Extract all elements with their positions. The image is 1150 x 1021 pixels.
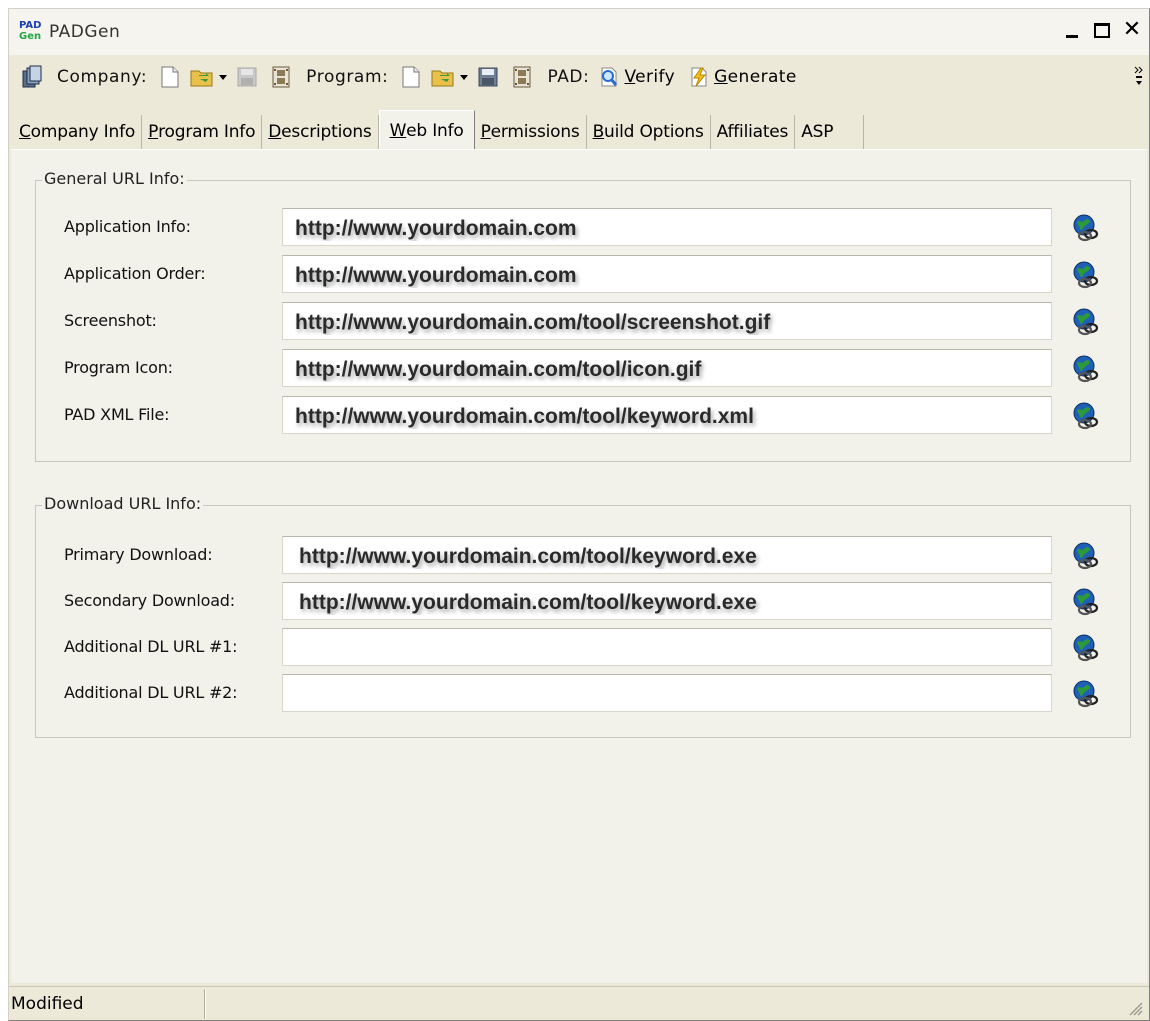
tab-strip: Company Info Program Info Descriptions W… (9, 109, 1149, 150)
tab-web-info[interactable]: Web Info (378, 110, 475, 150)
additional-dl-url-1-label: Additional DL URL #1: (64, 637, 238, 656)
company-new-file-icon[interactable] (156, 62, 184, 92)
screenshot-row: Screenshot: (36, 302, 1130, 340)
company-save-icon[interactable] (233, 62, 261, 92)
general-url-info-title: General URL Info: (42, 169, 187, 188)
globe-link-icon[interactable] (1070, 353, 1102, 385)
company-film-icon[interactable] (267, 62, 295, 92)
padgen-window: PAD Gen PADGen ✕ Company: Program: PAD: … (8, 8, 1150, 1021)
tab-program-info[interactable]: Program Info (142, 115, 263, 149)
tab-descriptions[interactable]: Descriptions (262, 115, 379, 149)
pad-label: PAD: (547, 67, 590, 87)
tab-build-options[interactable]: Build Options (587, 115, 711, 149)
web-info-panel: General URL Info: Application Info: Appl… (11, 149, 1147, 983)
globe-link-icon[interactable] (1070, 678, 1102, 710)
status-text: Modified (9, 988, 205, 1019)
globe-link-icon[interactable] (1070, 586, 1102, 618)
general-url-info-group: General URL Info: Application Info: Appl… (35, 169, 1131, 462)
secondary-download-row: Secondary Download: (36, 582, 1130, 620)
tab-asp[interactable]: ASP (795, 115, 865, 149)
application-info-row: Application Info: (36, 208, 1130, 246)
program-film-icon[interactable] (508, 62, 536, 92)
additional-dl-url-1-input[interactable] (282, 628, 1052, 666)
primary-download-row: Primary Download: (36, 536, 1130, 574)
screenshot-label: Screenshot: (64, 311, 157, 330)
minimize-button[interactable] (1061, 19, 1083, 41)
verify-magnifier-icon (601, 67, 618, 87)
secondary-download-label: Secondary Download: (64, 591, 235, 610)
program-open-folder-icon[interactable] (431, 62, 469, 92)
application-order-row: Application Order: (36, 255, 1130, 293)
program-save-icon[interactable] (474, 62, 502, 92)
application-info-url-input[interactable] (282, 208, 1052, 246)
application-order-label: Application Order: (64, 264, 206, 283)
generate-button[interactable]: Generate (688, 62, 797, 92)
company-toolbar-group: Company: (49, 60, 298, 94)
application-order-url-input[interactable] (282, 255, 1052, 293)
program-icon-url-input[interactable] (282, 349, 1052, 387)
globe-link-icon[interactable] (1070, 540, 1102, 572)
logo-text-gen: Gen (19, 31, 42, 42)
window-title: PADGen (49, 22, 121, 42)
generate-label: Generate (714, 67, 797, 87)
program-icon-row: Program Icon: (36, 349, 1130, 387)
program-new-file-icon[interactable] (397, 62, 425, 92)
additional-dl-url-2-input[interactable] (282, 674, 1052, 712)
download-url-info-group: Download URL Info: Primary Download: Sec… (35, 494, 1131, 738)
screenshot-url-input[interactable] (282, 302, 1052, 340)
tab-company-info[interactable]: Company Info (13, 115, 143, 149)
globe-link-icon[interactable] (1070, 259, 1102, 291)
verify-label: Verify (624, 67, 676, 87)
generate-lightning-icon (691, 67, 707, 87)
primary-download-url-input[interactable] (282, 536, 1052, 574)
toolbar-overflow-chevron-icon[interactable] (1133, 63, 1145, 91)
pad-xml-file-row: PAD XML File: (36, 396, 1130, 434)
program-toolbar-group: Program: (298, 60, 539, 94)
primary-download-label: Primary Download: (64, 545, 213, 564)
title-bar[interactable]: PAD Gen PADGen ✕ (9, 9, 1149, 55)
pad-xml-file-label: PAD XML File: (64, 405, 170, 424)
status-bar: Modified (9, 986, 1149, 1020)
app-logo-icon: PAD Gen (19, 20, 41, 44)
globe-link-icon[interactable] (1070, 306, 1102, 338)
pad-toolbar-group: PAD: Verify Generate (539, 60, 799, 94)
maximize-button[interactable] (1091, 19, 1113, 41)
company-open-folder-icon[interactable] (190, 62, 228, 92)
globe-link-icon[interactable] (1070, 212, 1102, 244)
globe-link-icon[interactable] (1070, 400, 1102, 432)
additional-dl-url-2-label: Additional DL URL #2: (64, 683, 238, 702)
toolbar: Company: Program: PAD: Verify Generate (9, 57, 1149, 97)
secondary-download-url-input[interactable] (282, 582, 1052, 620)
globe-link-icon[interactable] (1070, 632, 1102, 664)
window-controls: ✕ (1061, 19, 1143, 41)
close-button[interactable]: ✕ (1121, 19, 1143, 41)
program-icon-label: Program Icon: (64, 358, 173, 377)
pad-xml-file-url-input[interactable] (282, 396, 1052, 434)
verify-button[interactable]: Verify (598, 62, 675, 92)
padgen-app-icon[interactable] (18, 62, 46, 92)
status-pane-empty (205, 988, 1149, 1019)
size-grip-icon[interactable] (1125, 998, 1143, 1016)
application-info-label: Application Info: (64, 217, 191, 236)
download-url-info-title: Download URL Info: (42, 494, 204, 513)
program-label: Program: (306, 67, 389, 87)
company-label: Company: (57, 67, 148, 87)
tab-permissions[interactable]: Permissions (475, 115, 587, 149)
additional-dl-url-1-row: Additional DL URL #1: (36, 628, 1130, 666)
additional-dl-url-2-row: Additional DL URL #2: (36, 674, 1130, 712)
tab-affiliates[interactable]: Affiliates (711, 115, 796, 149)
logo-text-pad: PAD (19, 20, 42, 31)
